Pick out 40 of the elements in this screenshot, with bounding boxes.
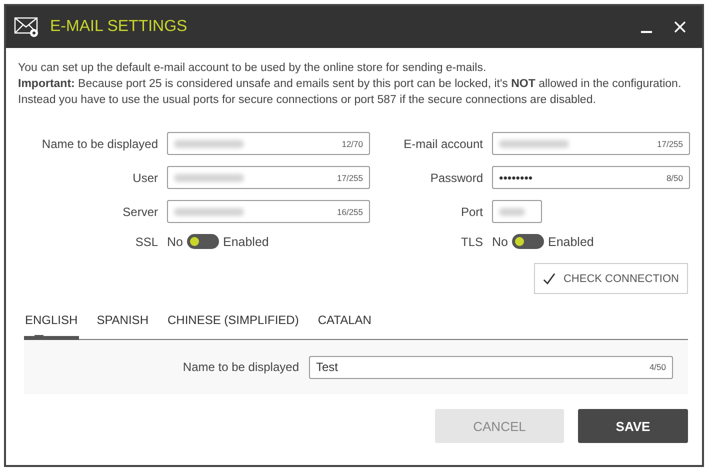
- character-counter: 4/50: [649, 362, 666, 372]
- character-counter: 12/70: [342, 138, 363, 148]
- window-title: E-MAIL SETTINGS: [50, 18, 188, 36]
- check-connection-button[interactable]: CHECK CONNECTION: [534, 263, 688, 294]
- field-label: Server: [122, 204, 158, 218]
- mail-settings-icon: [14, 16, 40, 38]
- field-label: Name to be displayed: [182, 360, 299, 374]
- toggle-on-text: Enabled: [222, 234, 269, 248]
- character-counter: 17/255: [657, 138, 683, 148]
- save-button[interactable]: SAVE: [578, 409, 688, 443]
- toggle-label: SSL: [134, 234, 158, 248]
- character-counter: 17/255: [337, 172, 363, 182]
- input-field[interactable]: •••••••• 8/50: [492, 166, 690, 189]
- input-field[interactable]: 16/255: [167, 200, 370, 223]
- checkmark-icon: [543, 272, 556, 286]
- input-field[interactable]: 12/70: [167, 132, 370, 155]
- input-field[interactable]: 17/255: [167, 166, 370, 189]
- field-value: Test: [316, 360, 340, 374]
- close-icon: [674, 21, 686, 33]
- character-counter: 16/255: [337, 206, 363, 216]
- minimize-icon: [641, 31, 652, 33]
- field-label: User: [132, 170, 158, 184]
- intro-text: Instead you have to use the usual ports for secure connections or port 587 if the secure connections are disabled.: [18, 93, 597, 108]
- toggle-label: TLS: [460, 234, 483, 248]
- input-field[interactable]: Test 4/50: [309, 356, 673, 378]
- intro-text: You can set up the default e-mail account to be used by the online store for sending e-mails.: [18, 61, 488, 76]
- toggle-on-text: Enabled: [548, 234, 594, 248]
- character-counter: 8/50: [666, 172, 683, 182]
- field-label: Name to be displayed: [40, 136, 158, 150]
- toggle-switch[interactable]: [186, 234, 219, 249]
- field-value: ••••••••: [499, 170, 534, 184]
- intro-text: Important: Because port 25 is considered unsafe and emails sent by this port can be locked, it's NOT allowed in the configuration.: [18, 77, 682, 92]
- input-field[interactable]: 17/255: [492, 132, 690, 155]
- field-label: E-mail account: [402, 136, 483, 150]
- toggle-switch[interactable]: [512, 234, 544, 249]
- field-label: Port: [460, 204, 483, 218]
- toggle-off-text: No: [167, 234, 183, 248]
- toggle-off-text: No: [492, 234, 508, 248]
- field-label: Password: [429, 170, 483, 184]
- input-field[interactable]: [492, 200, 542, 223]
